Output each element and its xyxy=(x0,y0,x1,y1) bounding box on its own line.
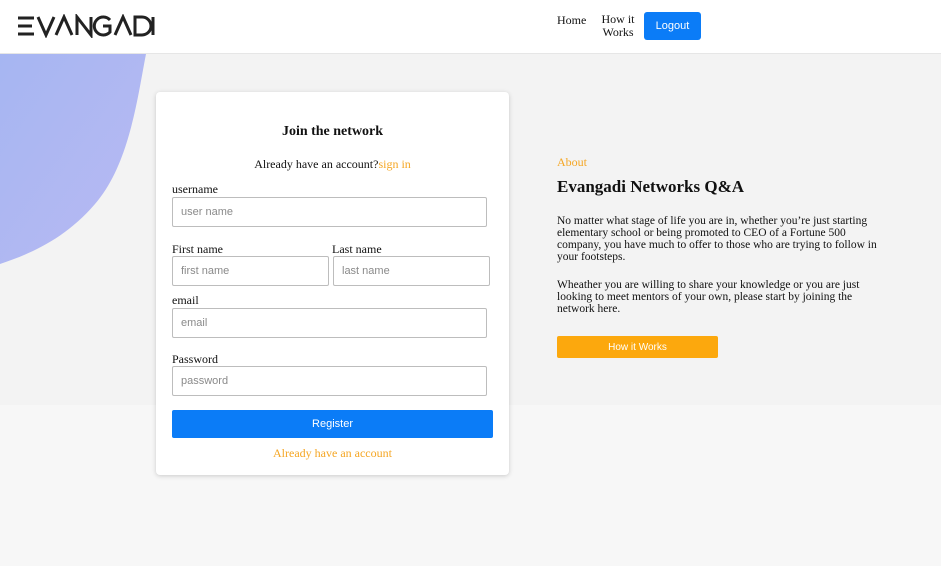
evangadi-logo[interactable] xyxy=(16,14,156,38)
signup-card: Join the network Already have an account… xyxy=(156,92,509,475)
have-account-text: Already have an account? xyxy=(254,157,379,171)
about-title: Evangadi Networks Q&A xyxy=(557,177,745,196)
already-have-account-link[interactable]: Already have an account xyxy=(156,446,509,461)
last-name-label: Last name xyxy=(332,242,382,256)
top-header: Home How it Works Logout xyxy=(0,0,941,54)
nav-home-link[interactable]: Home xyxy=(557,13,586,28)
about-paragraph-2: Wheather you are willing to share your k… xyxy=(557,279,860,315)
signup-title: Join the network xyxy=(281,124,384,139)
about-tag: About xyxy=(557,155,587,169)
password-input[interactable] xyxy=(172,366,487,396)
logout-button[interactable]: Logout xyxy=(644,12,701,40)
first-name-label: First name xyxy=(172,242,223,256)
decorative-blob-shape xyxy=(0,54,146,264)
nav-how-it-works-link[interactable]: How it Works xyxy=(598,13,638,39)
first-name-input[interactable] xyxy=(172,256,329,286)
about-paragraph-1: No matter what stage of life you are in,… xyxy=(557,215,877,263)
how-it-works-button[interactable]: How it Works xyxy=(557,336,718,358)
email-input[interactable] xyxy=(172,308,487,338)
last-name-input[interactable] xyxy=(333,256,490,286)
register-button[interactable]: Register xyxy=(172,410,493,438)
username-label: username xyxy=(172,182,218,196)
password-label: Password xyxy=(172,352,219,366)
sign-in-link[interactable]: sign in xyxy=(378,157,410,171)
username-input[interactable] xyxy=(172,197,487,227)
email-label: email xyxy=(172,293,199,307)
have-account-line: Already have an account?sign in xyxy=(156,157,509,172)
